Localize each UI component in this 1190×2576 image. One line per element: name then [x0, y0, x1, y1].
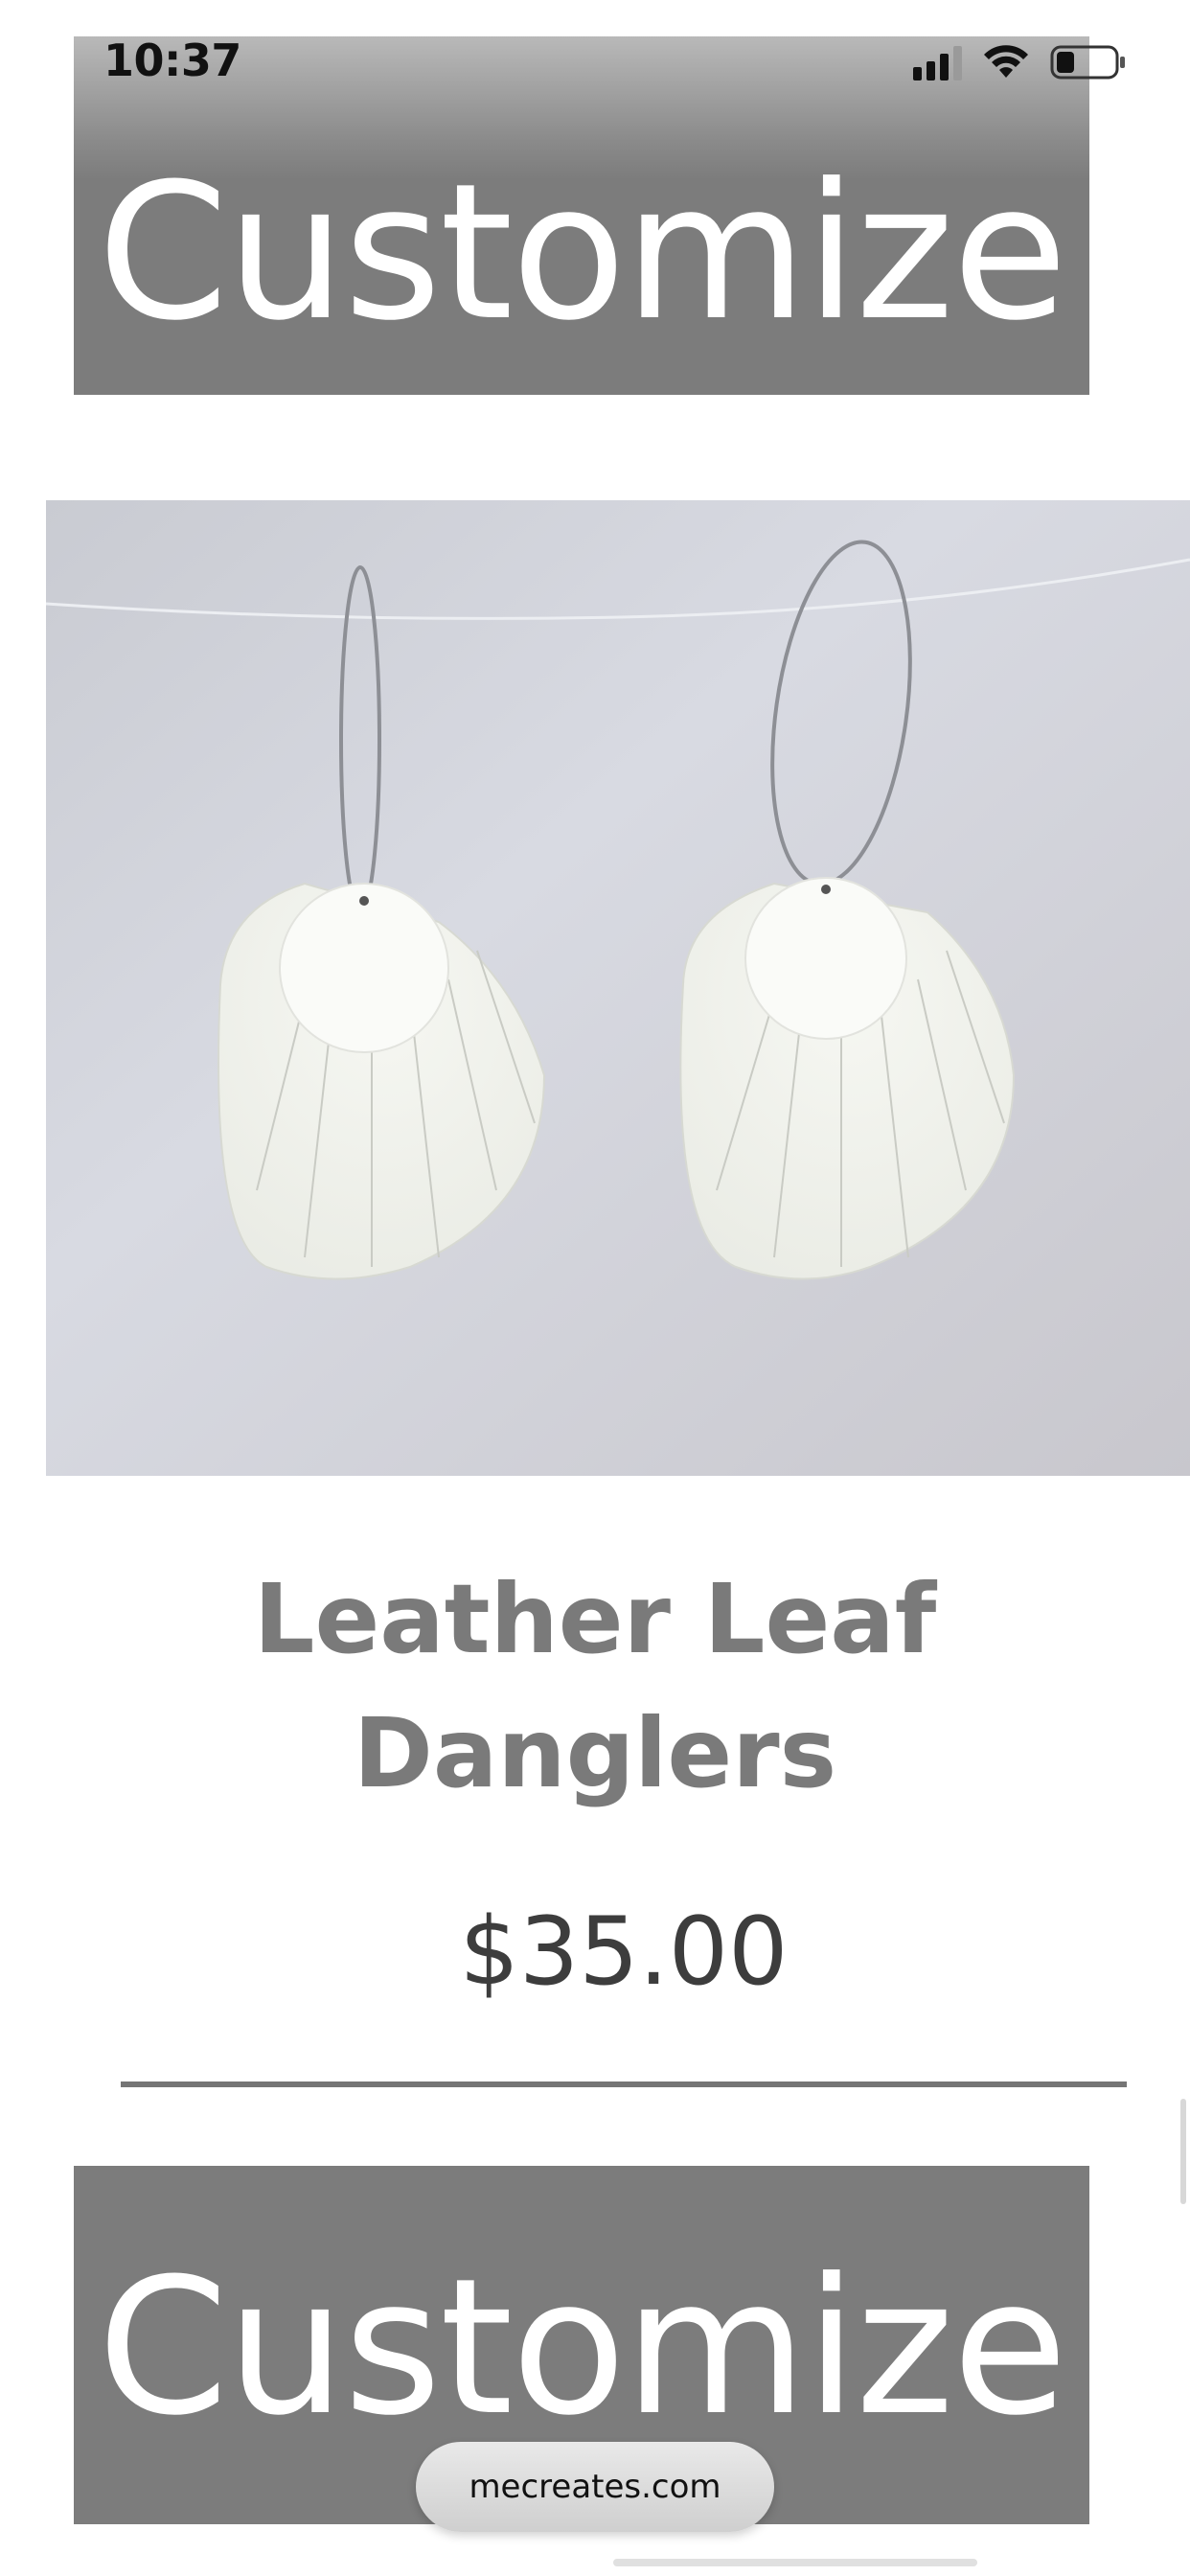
- wifi-icon: [983, 45, 1029, 80]
- status-bar: 10:37: [0, 0, 1190, 134]
- scroll-indicator[interactable]: [1180, 2099, 1186, 2204]
- url-bar[interactable]: mecreates.com: [416, 2442, 774, 2532]
- url-text[interactable]: mecreates.com: [469, 2468, 721, 2506]
- customize-label-bottom[interactable]: Customize: [98, 2254, 1068, 2442]
- cellular-signal-icon: [913, 44, 962, 80]
- product-title[interactable]: Leather Leaf Danglers: [0, 1552, 1190, 1821]
- status-icons: [913, 44, 1127, 80]
- product-price: $35.00: [459, 1898, 789, 2007]
- divider: [121, 2082, 1127, 2087]
- leather-leaf-dangler-earrings-photo: [46, 500, 1190, 1476]
- product-image[interactable]: [46, 500, 1190, 1476]
- home-indicator[interactable]: [613, 2559, 977, 2566]
- product-title-line1[interactable]: Leather Leaf: [0, 1552, 1190, 1687]
- status-time: 10:37: [103, 34, 241, 86]
- battery-icon: [1050, 44, 1127, 80]
- product-title-line2[interactable]: Danglers: [0, 1687, 1190, 1821]
- customize-label-top[interactable]: Customize: [98, 159, 1068, 347]
